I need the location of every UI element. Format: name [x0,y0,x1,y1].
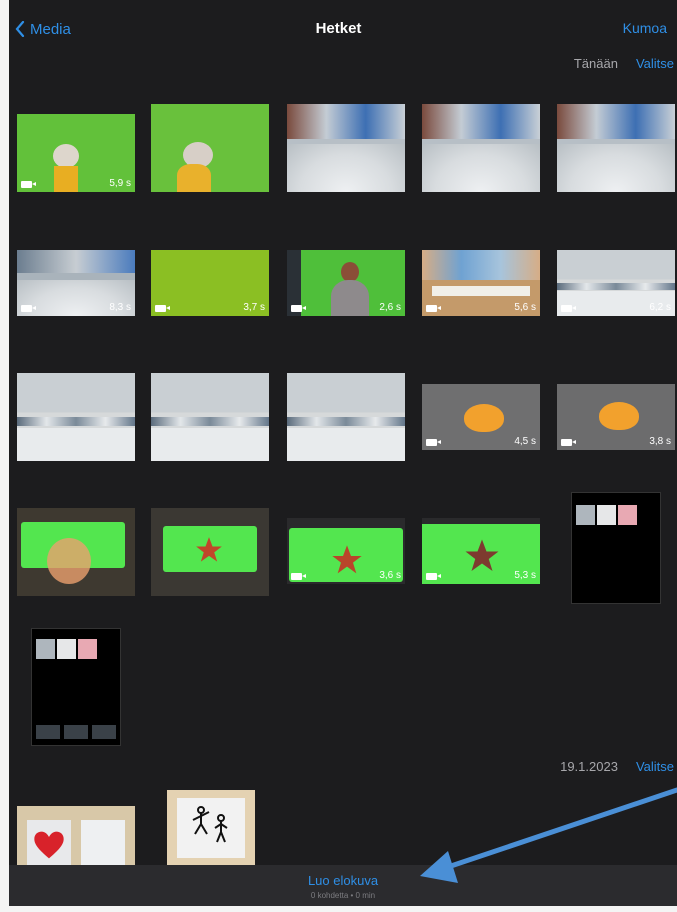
annotation-arrow [420,787,677,883]
